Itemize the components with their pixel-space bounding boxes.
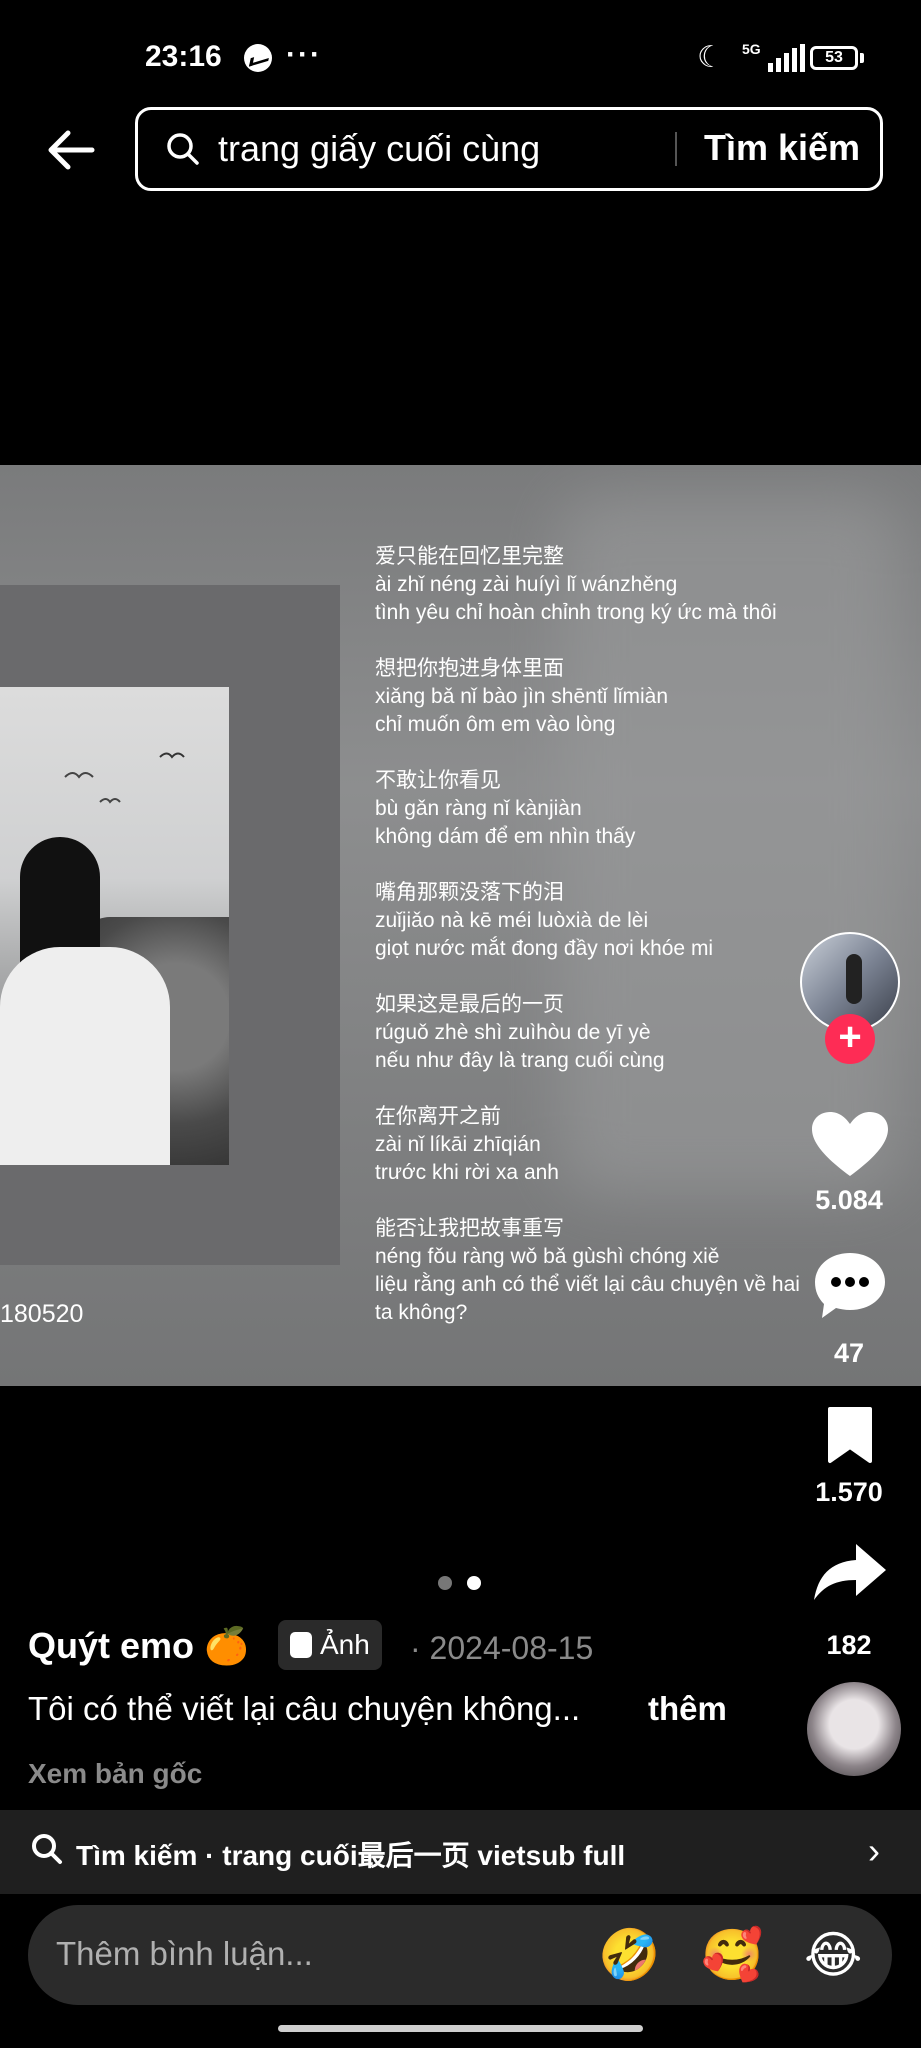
follow-button[interactable]: +: [825, 1014, 875, 1064]
emoji-joy-button[interactable]: 😂: [804, 1927, 862, 1983]
lyric-verse: 想把你抱进身体里面 xiǎng bǎ nǐ bào jìn shēntǐ lǐm…: [375, 655, 855, 739]
lyric-chinese: 在你离开之前: [375, 1105, 501, 1128]
bookmark-icon[interactable]: [826, 1405, 874, 1465]
lyric-vietnamese: chỉ muốn ôm em vào lòng: [375, 713, 616, 736]
moon-icon: ☾: [697, 41, 724, 74]
sound-avatar[interactable]: [807, 1682, 901, 1776]
view-original-link[interactable]: Xem bản gốc: [28, 1758, 202, 1790]
signal-icon: [768, 44, 805, 72]
search-input[interactable]: trang giấy cuối cùng: [218, 128, 540, 170]
lyric-vietnamese: không dám để em nhìn thấy: [375, 825, 636, 848]
lyric-verse: 能否让我把故事重写 néng fǒu ràng wǒ bǎ gùshì chón…: [375, 1215, 855, 1327]
search-box[interactable]: trang giấy cuối cùng Tìm kiếm: [135, 107, 883, 191]
lyrics-block: 爱只能在回忆里完整 ài zhǐ néng zài huíyì lǐ wánzh…: [375, 543, 855, 1355]
network-type: 5G: [742, 41, 761, 57]
lyric-chinese: 爱只能在回忆里完整: [375, 545, 564, 568]
author-name[interactable]: Quýt emo 🍊: [28, 1625, 249, 1667]
lyric-vietnamese: nếu như đây là trang cuối cùng: [375, 1049, 665, 1072]
lyric-chinese: 如果这是最后的一页: [375, 993, 564, 1016]
girl-dress: [0, 947, 170, 1165]
lyric-pinyin: rúguǒ zhè shì zuìhòu de yī yè: [375, 1021, 651, 1044]
lyric-verse: 在你离开之前 zài nǐ líkāi zhīqián trước khi rờ…: [375, 1103, 855, 1187]
heart-icon[interactable]: [810, 1110, 890, 1180]
comment-input-bar[interactable]: Thêm bình luận... 🤣 🥰 😂: [28, 1905, 892, 2005]
search-divider: [675, 132, 677, 166]
photo-code: 180520: [0, 1300, 84, 1328]
comment-icon[interactable]: [812, 1250, 888, 1322]
see-more-link[interactable]: thêm: [648, 1690, 727, 1728]
search-submit-button[interactable]: Tìm kiếm: [704, 127, 860, 169]
carousel-dot[interactable]: [438, 1576, 452, 1590]
lyric-pinyin: zài nǐ líkāi zhīqián: [375, 1133, 541, 1156]
share-icon[interactable]: [812, 1540, 888, 1604]
chevron-right-icon: ›: [868, 1830, 880, 1871]
search-icon: [32, 1834, 62, 1864]
lyric-chinese: 嘴角那颗没落下的泪: [375, 881, 564, 904]
lyric-verse: 爱只能在回忆里完整 ài zhǐ néng zài huíyì lǐ wánzh…: [375, 543, 855, 627]
lyric-chinese: 能否让我把故事重写: [375, 1217, 564, 1240]
lyric-vietnamese: tình yêu chỉ hoàn chỉnh trong ký ức mà t…: [375, 601, 777, 624]
photo-stack-icon: [290, 1632, 312, 1658]
related-search-label: Tìm kiếm · trang cuối最后一页 vietsub full: [76, 1840, 626, 1871]
girl-by-sea-image: [0, 687, 229, 1165]
share-count: 182: [826, 1630, 872, 1660]
photo-tag-label: Ảnh: [320, 1629, 370, 1660]
battery-tip: [860, 53, 864, 63]
lyric-verse: 不敢让你看见 bù gǎn ràng nǐ kànjiàn không dám …: [375, 767, 855, 851]
related-search-bar[interactable]: Tìm kiếm · trang cuối最后一页 vietsub full ›: [0, 1810, 921, 1894]
status-time: 23:16: [145, 40, 222, 73]
lyric-verse: 如果这是最后的一页 rúguǒ zhè shì zuìhòu de yī yè …: [375, 991, 855, 1075]
lyric-vietnamese: liệu rằng anh có thể viết lại câu chuyện…: [375, 1273, 800, 1324]
more-notifications-icon: ···: [286, 38, 322, 71]
lyric-pinyin: néng fǒu ràng wǒ bǎ gùshì chóng xiě: [375, 1245, 720, 1268]
back-button[interactable]: [44, 122, 100, 178]
emoji-love-button[interactable]: 🥰: [701, 1927, 763, 1983]
battery-icon: 53: [810, 46, 858, 70]
lyric-vietnamese: trước khi rời xa anh: [375, 1161, 559, 1184]
post-caption[interactable]: Tôi có thể viết lại câu chuyện không...: [28, 1690, 580, 1728]
lyric-pinyin: bù gǎn ràng nǐ kànjiàn: [375, 797, 582, 820]
lyric-chinese: 不敢让你看见: [375, 769, 501, 792]
arrow-left-icon: [48, 130, 95, 170]
photo-tag[interactable]: Ảnh: [278, 1620, 382, 1670]
comment-input[interactable]: Thêm bình luận...: [56, 1935, 313, 1973]
search-icon: [167, 133, 199, 165]
lyric-vietnamese: giọt nước mắt đong đầy nơi khóe mi: [375, 937, 714, 960]
lyric-verse: 嘴角那颗没落下的泪 zuǐjiǎo nà kē méi luòxià de lè…: [375, 879, 855, 963]
save-count: 1.570: [815, 1477, 883, 1507]
seagulls: [64, 752, 185, 804]
lyric-chinese: 想把你抱进身体里面: [375, 657, 564, 680]
comment-count: 47: [833, 1338, 865, 1368]
messenger-icon: [244, 44, 272, 72]
lyric-pinyin: ài zhǐ néng zài huíyì lǐ wánzhěng: [375, 573, 678, 596]
post-photo[interactable]: 180520 爱只能在回忆里完整 ài zhǐ néng zài huíyì l…: [0, 465, 921, 1386]
lyric-pinyin: xiǎng bǎ nǐ bào jìn shēntǐ lǐmiàn: [375, 685, 669, 708]
home-indicator[interactable]: [278, 2025, 643, 2032]
lyric-pinyin: zuǐjiǎo nà kē méi luòxià de lèi: [375, 909, 649, 932]
like-count: 5.084: [815, 1185, 883, 1215]
carousel-dot-active[interactable]: [467, 1576, 481, 1590]
emoji-rofl-button[interactable]: 🤣: [598, 1927, 660, 1983]
post-date: · 2024-08-15: [410, 1630, 594, 1666]
